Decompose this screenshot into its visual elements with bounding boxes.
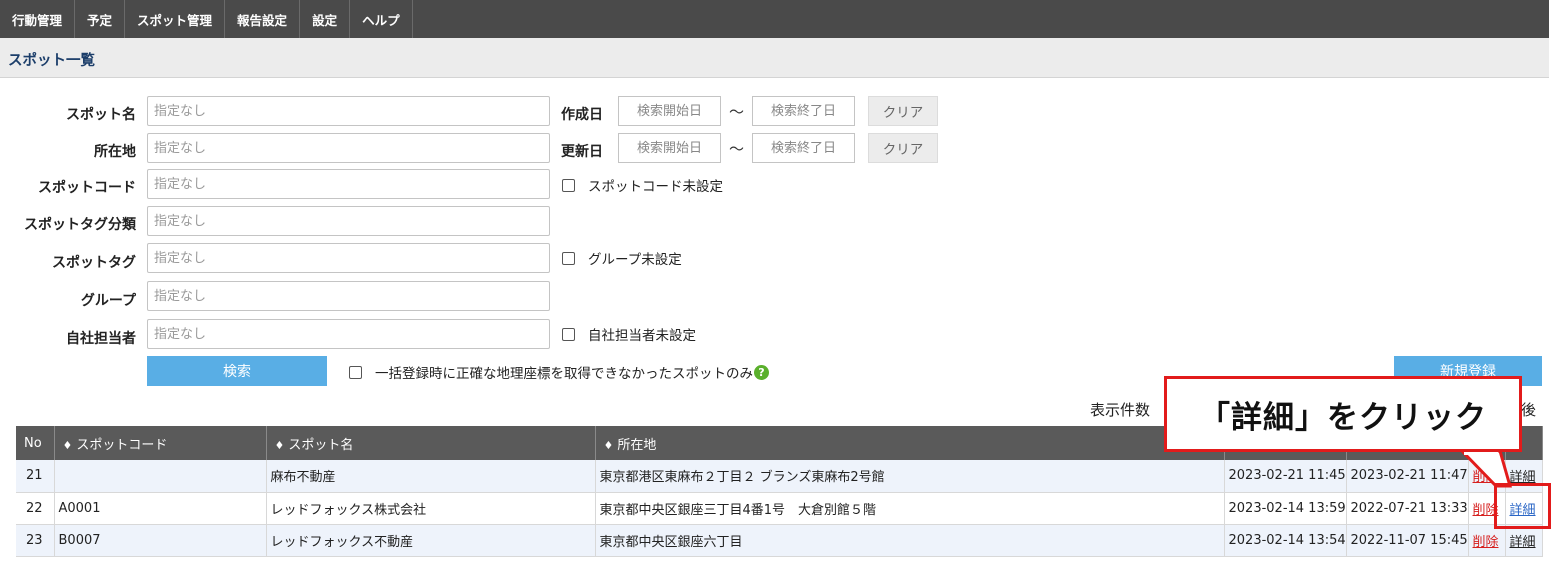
created-start-date-input[interactable] — [618, 96, 721, 126]
staff-unset-label: 自社担当者未設定 — [588, 328, 696, 344]
bulk-geo-label: 一括登録時に正確な地理座標を取得できなかったスポットのみ — [375, 366, 753, 382]
row-spot-name: レッドフォックス不動産 — [266, 524, 596, 557]
nav-item-help[interactable]: ヘルプ — [350, 0, 413, 38]
nav-item-report-settings[interactable]: 報告設定 — [225, 0, 301, 38]
page-header: スポット一覧 — [0, 38, 1549, 78]
sort-icon: ♦ — [62, 438, 73, 452]
delete-link[interactable]: 削除 — [1473, 535, 1499, 550]
row-updated-date: 2022-07-21 13:33 — [1346, 492, 1469, 525]
updated-end-date-input[interactable] — [752, 133, 855, 163]
spot-tag-category-input[interactable] — [147, 206, 550, 236]
address-input[interactable] — [147, 133, 550, 163]
row-address: 東京都港区東麻布２丁目２ ブランズ東麻布2号館 — [595, 460, 1225, 493]
spot-code-unset-checkbox[interactable]: スポットコード未設定 — [562, 175, 723, 195]
created-end-date-input[interactable] — [752, 96, 855, 126]
spot-tag-category-label: スポットタグ分類 — [24, 217, 136, 233]
spot-code-label: スポットコード — [38, 180, 136, 196]
table-row: 23 B0007 レッドフォックス不動産 東京都中央区銀座六丁目 2023-02… — [16, 524, 1543, 557]
row-no: 21 — [16, 460, 55, 493]
spot-name-label: スポット名 — [66, 107, 136, 123]
nav-item-spot-management[interactable]: スポット管理 — [125, 0, 226, 38]
detail-link[interactable]: 詳細 — [1510, 535, 1536, 550]
staff-unset-checkbox[interactable]: 自社担当者未設定 — [562, 324, 696, 344]
checkbox-box[interactable] — [562, 327, 575, 341]
row-updated-date: 2022-11-07 15:45 — [1346, 524, 1469, 557]
column-header-spot-code[interactable]: ♦ スポットコード — [54, 426, 267, 460]
per-page-label: 表示件数 — [1090, 401, 1151, 419]
sort-icon: ♦ — [274, 438, 285, 452]
column-header-no: No — [16, 426, 55, 460]
updated-start-date-input[interactable] — [618, 133, 721, 163]
column-header-spot-name-label: スポット名 — [288, 437, 354, 453]
updated-clear-button[interactable]: クリア — [868, 133, 938, 163]
created-date-label: 作成日 — [561, 107, 603, 123]
row-created-date: 2023-02-14 13:54 — [1224, 524, 1347, 557]
spot-code-unset-label: スポットコード未設定 — [588, 179, 723, 195]
last-page-link[interactable]: 後 — [1521, 399, 1536, 420]
sort-icon: ♦ — [603, 438, 614, 452]
help-icon[interactable]: ? — [754, 364, 769, 380]
column-header-spot-name[interactable]: ♦ スポット名 — [266, 426, 596, 460]
staff-input[interactable] — [147, 319, 550, 349]
spot-tag-label: スポットタグ — [52, 255, 136, 271]
row-address: 東京都中央区銀座三丁目4番1号 大倉別館５階 — [595, 492, 1225, 525]
checkbox-box[interactable] — [562, 251, 575, 265]
search-button[interactable]: 検索 — [147, 356, 327, 386]
table-row: 22 A0001 レッドフォックス株式会社 東京都中央区銀座三丁目4番1号 大倉… — [16, 492, 1543, 525]
nav-item-schedule[interactable]: 予定 — [75, 0, 126, 38]
nav-item-activity[interactable]: 行動管理 — [0, 0, 76, 38]
callout-annotation: 「詳細」をクリック — [1164, 376, 1522, 452]
spot-name-input[interactable] — [147, 96, 550, 126]
updated-range-tilde: 〜 — [729, 140, 745, 158]
created-range-tilde: 〜 — [729, 103, 745, 121]
spot-code-input[interactable] — [147, 169, 550, 199]
row-created-date: 2023-02-14 13:59 — [1224, 492, 1347, 525]
group-unset-label: グループ未設定 — [588, 252, 682, 268]
group-unset-checkbox[interactable]: グループ未設定 — [562, 248, 682, 268]
bulk-geo-checkbox[interactable]: 一括登録時に正確な地理座標を取得できなかったスポットのみ ? — [349, 362, 769, 382]
row-no: 22 — [16, 492, 55, 525]
row-spot-name: 麻布不動産 — [266, 460, 596, 493]
row-updated-date: 2023-02-21 11:47 — [1346, 460, 1469, 493]
column-header-address-label: 所在地 — [617, 437, 657, 453]
checkbox-box[interactable] — [349, 365, 362, 379]
detail-highlight-box — [1494, 483, 1551, 529]
row-spot-code — [54, 460, 267, 493]
address-label: 所在地 — [94, 144, 136, 160]
spot-tag-input[interactable] — [147, 243, 550, 273]
created-clear-button[interactable]: クリア — [868, 96, 938, 126]
column-header-address[interactable]: ♦ 所在地 — [595, 426, 1225, 460]
updated-date-label: 更新日 — [561, 144, 603, 160]
row-spot-name: レッドフォックス株式会社 — [266, 492, 596, 525]
nav-item-settings[interactable]: 設定 — [300, 0, 351, 38]
row-spot-code: B0007 — [54, 524, 267, 557]
table-row: 21 麻布不動産 東京都港区東麻布２丁目２ ブランズ東麻布2号館 2023-02… — [16, 460, 1543, 493]
checkbox-box[interactable] — [562, 178, 575, 192]
row-address: 東京都中央区銀座六丁目 — [595, 524, 1225, 557]
row-created-date: 2023-02-21 11:45 — [1224, 460, 1347, 493]
row-spot-code: A0001 — [54, 492, 267, 525]
column-header-spot-code-label: スポットコード — [76, 437, 168, 453]
row-no: 23 — [16, 524, 55, 557]
top-nav: 行動管理 予定 スポット管理 報告設定 設定 ヘルプ — [0, 0, 1549, 38]
group-input[interactable] — [147, 281, 550, 311]
staff-label: 自社担当者 — [66, 331, 136, 347]
page-title: スポット一覧 — [8, 53, 95, 69]
group-label: グループ — [80, 293, 136, 309]
